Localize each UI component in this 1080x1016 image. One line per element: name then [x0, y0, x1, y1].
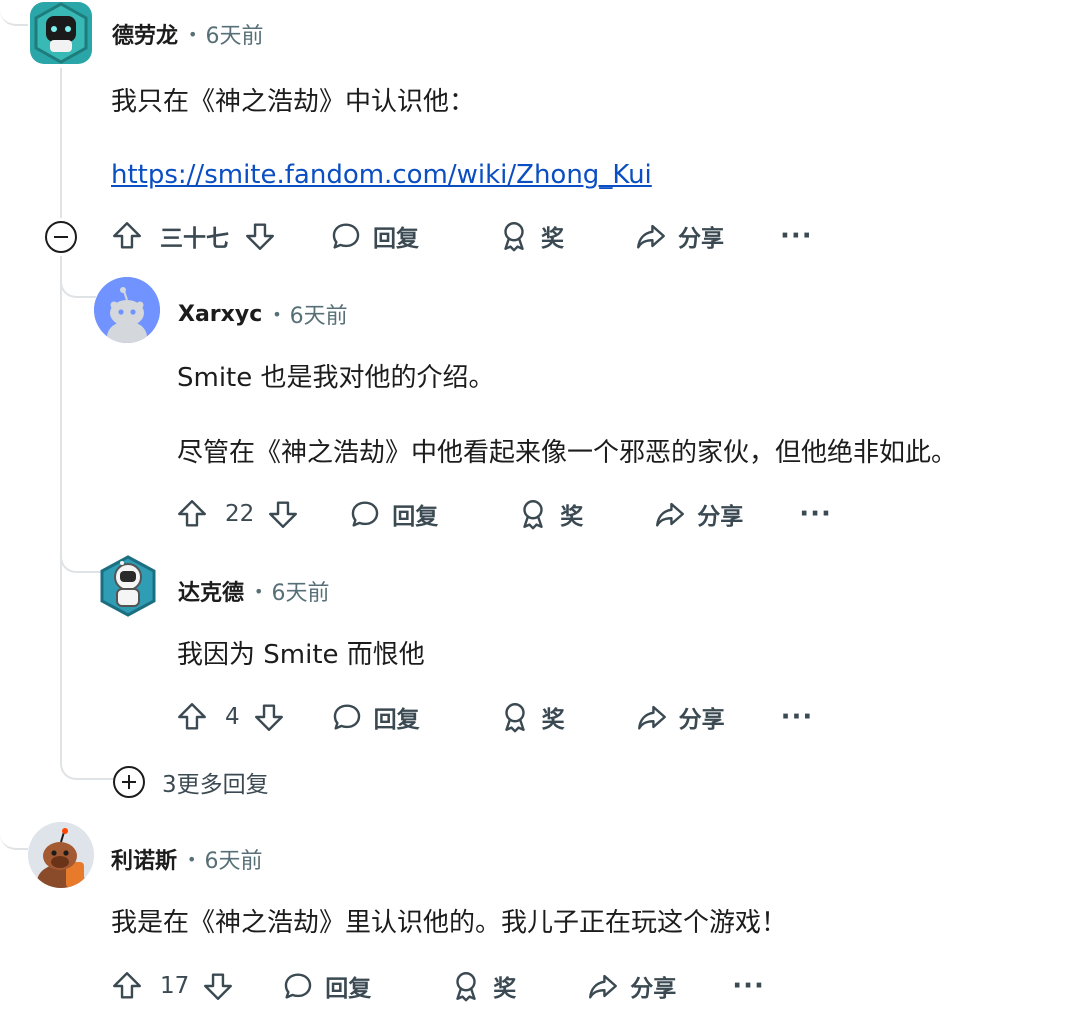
- award-icon: [504, 222, 524, 252]
- thread-branch: [0, 0, 28, 26]
- reply-button[interactable]: 回复: [329, 219, 419, 253]
- award-icon: [456, 972, 476, 1002]
- comment-actions: 三十七 回复 奖 分享 ···: [110, 216, 813, 256]
- award-label: 奖: [493, 976, 517, 1002]
- reply-button[interactable]: 回复: [281, 969, 371, 1003]
- avatar[interactable]: [28, 822, 94, 888]
- vote-count: 4: [225, 704, 240, 730]
- share-button[interactable]: 分享: [586, 969, 676, 1003]
- award-button[interactable]: 奖: [516, 497, 583, 531]
- award-button[interactable]: 奖: [498, 700, 565, 734]
- downvote-icon: [254, 704, 283, 731]
- thread-branch: [0, 810, 28, 850]
- thread-branch: [60, 752, 114, 780]
- upvote-icon: [178, 500, 206, 527]
- comment-text: 我只在《神之浩劫》中认识他：: [111, 87, 476, 117]
- downvote-icon: [246, 223, 274, 250]
- comment-author[interactable]: Xarxyc: [178, 302, 262, 327]
- comment-author[interactable]: 利诺斯: [111, 843, 177, 875]
- comment-text: 我是在《神之浩劫》里认识他的。我儿子正在玩这个游戏！: [111, 908, 788, 938]
- thread-line: [60, 68, 62, 218]
- share-icon: [637, 224, 665, 249]
- upvote-icon: [113, 222, 141, 249]
- share-label: 分享: [678, 226, 724, 252]
- expand-icon: [113, 766, 145, 798]
- reply-button[interactable]: 回复: [348, 497, 438, 531]
- share-icon: [656, 502, 685, 527]
- upvote-icon: [178, 703, 206, 730]
- comment-text: 尽管在《神之浩劫》中他看起来像一个邪恶的家伙，但他绝非如此。: [177, 438, 958, 468]
- thread-branch: [60, 268, 96, 298]
- separator-dot: •: [187, 849, 197, 869]
- comment-icon: [332, 223, 360, 249]
- comment-author[interactable]: 达克德: [178, 575, 244, 607]
- award-label: 奖: [541, 707, 565, 733]
- vote-count: 22: [225, 501, 255, 527]
- downvote-button[interactable]: [201, 969, 235, 1003]
- award-label: 奖: [541, 226, 564, 252]
- comment-actions: 17 回复 奖 分享 ···: [110, 966, 765, 1006]
- reply-label: 回复: [373, 226, 419, 252]
- comment-link[interactable]: https://smite.fandom.com/wiki/Zhong_Kui: [111, 160, 652, 190]
- downvote-icon: [269, 501, 298, 528]
- upvote-button[interactable]: [175, 497, 209, 531]
- comment-timestamp[interactable]: 6天前: [204, 843, 262, 875]
- share-icon: [637, 705, 666, 730]
- vote-count: 三十七: [160, 226, 229, 252]
- award-icon: [504, 703, 525, 733]
- comment-author[interactable]: 德劳龙: [112, 18, 178, 50]
- comment-icon: [333, 704, 360, 730]
- share-button[interactable]: 分享: [653, 497, 743, 531]
- thread-branch: [60, 545, 102, 573]
- share-button[interactable]: 分享: [634, 219, 724, 253]
- avatar[interactable]: [30, 2, 92, 64]
- share-label: 分享: [678, 707, 725, 733]
- more-options-button[interactable]: ···: [732, 971, 765, 1001]
- share-label: 分享: [697, 504, 744, 530]
- downvote-button[interactable]: [252, 700, 286, 734]
- comment-timestamp[interactable]: 6天前: [271, 575, 329, 607]
- upvote-icon: [113, 972, 141, 999]
- more-options-button[interactable]: ···: [780, 221, 813, 251]
- comment-timestamp[interactable]: 6天前: [205, 18, 263, 50]
- more-options-button[interactable]: ···: [799, 499, 832, 529]
- comment-icon: [352, 501, 379, 527]
- avatar[interactable]: [98, 553, 158, 617]
- share-icon: [589, 974, 618, 999]
- award-button[interactable]: 奖: [449, 969, 516, 1003]
- thread-line: [60, 256, 62, 756]
- share-button[interactable]: 分享: [635, 700, 725, 734]
- downvote-icon: [204, 973, 233, 1000]
- more-replies-label: 3更多回复: [162, 772, 269, 798]
- comment-actions: 22 回复 奖 分享 ···: [175, 494, 832, 534]
- award-label: 奖: [560, 504, 584, 530]
- comment-text: Smite 也是我对他的介绍。: [177, 363, 495, 393]
- share-label: 分享: [630, 976, 677, 1002]
- award-button[interactable]: 奖: [497, 219, 564, 253]
- more-replies-button[interactable]: 3更多回复: [112, 765, 269, 799]
- upvote-button[interactable]: [110, 219, 144, 253]
- avatar[interactable]: [94, 277, 160, 343]
- downvote-button[interactable]: [243, 219, 277, 253]
- comment-text: 我因为 Smite 而恨他: [177, 640, 425, 670]
- award-icon: [523, 500, 543, 530]
- vote-count: 17: [160, 973, 190, 999]
- downvote-button[interactable]: [266, 497, 300, 531]
- separator-dot: •: [254, 581, 264, 601]
- reply-button[interactable]: 回复: [330, 700, 420, 734]
- comment-icon: [285, 973, 312, 999]
- upvote-button[interactable]: [110, 969, 144, 1003]
- reply-label: 回复: [325, 976, 372, 1002]
- upvote-button[interactable]: [175, 700, 209, 734]
- reply-label: 回复: [392, 504, 439, 530]
- more-options-button[interactable]: ···: [781, 702, 814, 732]
- reply-label: 回复: [373, 707, 420, 733]
- comment-actions: 4 回复 奖 分享 ···: [175, 697, 813, 737]
- separator-dot: •: [272, 304, 282, 324]
- separator-dot: •: [188, 24, 198, 44]
- collapse-icon[interactable]: [44, 220, 78, 254]
- comment-timestamp[interactable]: 6天前: [290, 298, 348, 330]
